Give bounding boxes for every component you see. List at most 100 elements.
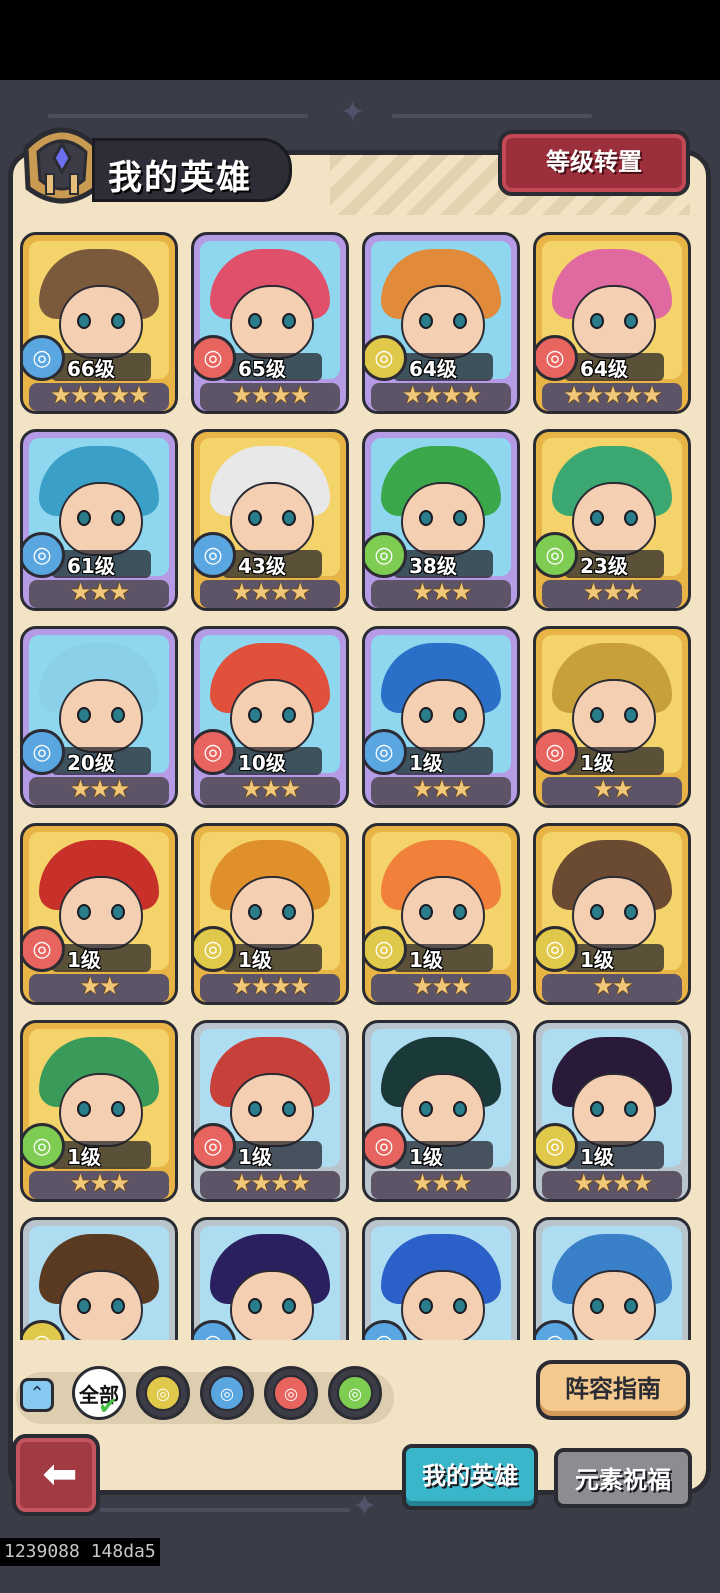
filter-fire-button[interactable]: ◎ xyxy=(264,1366,318,1420)
hero-star-rating: ★★★ xyxy=(411,972,473,1000)
hero-star-rating: ★★★ xyxy=(240,775,302,803)
hero-eye xyxy=(282,1101,296,1117)
hero-card[interactable]: 1级 ★★★★ ◎ xyxy=(191,823,349,1005)
decor-line xyxy=(392,114,592,118)
wind-icon: ◎ xyxy=(337,1375,373,1411)
hero-card[interactable]: ◎ xyxy=(533,1217,691,1340)
hero-card[interactable]: 1级 ★★★★ ◎ xyxy=(191,1020,349,1202)
hero-level: 1级 xyxy=(580,1145,614,1169)
hero-card[interactable]: 1级 ★★★ ◎ xyxy=(362,823,520,1005)
hero-card[interactable]: 38级 ★★★ ◎ xyxy=(362,429,520,611)
collapse-button[interactable]: ⌃ xyxy=(20,1378,54,1412)
hero-card[interactable]: 1级 ★★★ ◎ xyxy=(20,1020,178,1202)
hero-face xyxy=(572,285,656,359)
hero-level: 1级 xyxy=(67,948,101,972)
hero-eye xyxy=(282,1298,296,1314)
hero-star-rating: ★★★★ xyxy=(230,1169,311,1197)
water-icon: ◎ xyxy=(23,532,65,578)
level-reset-label: 等级转置 xyxy=(546,148,642,176)
hero-card[interactable]: 10级 ★★★ ◎ xyxy=(191,626,349,808)
lineup-guide-button[interactable]: 阵容指南 xyxy=(536,1360,690,1420)
filter-water-button[interactable]: ◎ xyxy=(200,1366,254,1420)
hero-eye xyxy=(248,510,262,526)
hero-card[interactable]: 65级 ★★★★ ◎ xyxy=(191,232,349,414)
hero-eye xyxy=(453,1101,467,1117)
hero-face xyxy=(572,482,656,556)
hero-face xyxy=(230,876,314,950)
hero-star-rating: ★★★ xyxy=(411,775,473,803)
hero-card[interactable]: 66级 ★★★★★ ◎ xyxy=(20,232,178,414)
hero-face xyxy=(59,1073,143,1147)
hero-eye xyxy=(248,1101,262,1117)
hero-star-rating: ★★ xyxy=(592,775,633,803)
hero-star-rating: ★★★ xyxy=(69,578,131,606)
hero-level: 1级 xyxy=(409,948,443,972)
water-icon: ◎ xyxy=(365,729,407,775)
hero-card[interactable]: 61级 ★★★ ◎ xyxy=(20,429,178,611)
hero-card[interactable]: 43级 ★★★★ ◎ xyxy=(191,429,349,611)
hero-card[interactable]: 1级 ★★★ ◎ xyxy=(362,626,520,808)
hero-level-backdrop xyxy=(564,944,664,972)
hero-card[interactable]: 1级 ★★ ◎ xyxy=(533,823,691,1005)
hero-eye xyxy=(111,1101,125,1117)
hero-level: 1级 xyxy=(409,1145,443,1169)
hero-eye xyxy=(77,1298,91,1314)
hero-card[interactable]: ◎ xyxy=(362,1217,520,1340)
hero-eye xyxy=(111,707,125,723)
hero-eye xyxy=(77,313,91,329)
filter-earth-button[interactable]: ◎ xyxy=(136,1366,190,1420)
fire-icon: ◎ xyxy=(194,335,236,381)
tab-my-heroes[interactable]: 我的英雄 xyxy=(402,1444,538,1510)
chevron-up-icon: ⌃ xyxy=(29,1383,45,1404)
tab-element-blessing[interactable]: 元素祝福 xyxy=(554,1448,692,1508)
hero-card[interactable]: ◎ xyxy=(20,1217,178,1340)
hero-level: 1级 xyxy=(580,948,614,972)
fire-icon: ◎ xyxy=(536,729,578,775)
hero-level: 1级 xyxy=(67,1145,101,1169)
hero-eye xyxy=(590,510,604,526)
earth-icon: ◎ xyxy=(145,1375,181,1411)
hero-eye xyxy=(590,904,604,920)
earth-icon: ◎ xyxy=(365,926,407,972)
hero-star-rating: ★★★ xyxy=(69,775,131,803)
hero-card[interactable]: 20级 ★★★ ◎ xyxy=(20,626,178,808)
hero-star-rating: ★★ xyxy=(592,972,633,1000)
hero-card[interactable]: 64级 ★★★★ ◎ xyxy=(362,232,520,414)
hero-level: 64级 xyxy=(409,357,457,381)
hero-eye xyxy=(624,1101,638,1117)
hero-face xyxy=(59,482,143,556)
status-bar-area xyxy=(0,0,720,80)
hero-face xyxy=(230,285,314,359)
level-reset-button[interactable]: 等级转置 xyxy=(498,130,690,196)
fire-icon: ◎ xyxy=(194,729,236,775)
earth-icon: ◎ xyxy=(194,926,236,972)
hero-level: 1级 xyxy=(409,751,443,775)
hero-eye xyxy=(111,904,125,920)
hero-card[interactable]: 23级 ★★★ ◎ xyxy=(533,429,691,611)
water-icon: ◎ xyxy=(194,532,236,578)
hero-card[interactable]: 1级 ★★ ◎ xyxy=(533,626,691,808)
checkmark-icon: ✔ xyxy=(98,1392,119,1420)
hero-eye xyxy=(282,313,296,329)
hero-eye xyxy=(624,313,638,329)
hero-card[interactable]: 1级 ★★★★ ◎ xyxy=(533,1020,691,1202)
fire-icon: ◎ xyxy=(23,926,65,972)
hero-card[interactable]: 1级 ★★ ◎ xyxy=(20,823,178,1005)
hero-face xyxy=(401,876,485,950)
hero-face xyxy=(401,679,485,753)
hero-card[interactable]: 64级 ★★★★★ ◎ xyxy=(533,232,691,414)
hero-level-backdrop xyxy=(393,1141,493,1169)
hero-level-backdrop xyxy=(393,747,493,775)
hero-card[interactable]: 1级 ★★★ ◎ xyxy=(362,1020,520,1202)
hero-level: 23级 xyxy=(580,554,628,578)
hero-card[interactable]: ◎ xyxy=(191,1217,349,1340)
hero-face xyxy=(401,285,485,359)
back-button[interactable]: ⬅ xyxy=(12,1434,100,1516)
filter-wind-button[interactable]: ◎ xyxy=(328,1366,382,1420)
hero-eye xyxy=(282,707,296,723)
hero-star-rating: ★★★★ xyxy=(572,1169,653,1197)
hero-star-rating: ★★★★★ xyxy=(50,381,150,409)
hero-eye xyxy=(248,707,262,723)
hero-level-backdrop xyxy=(51,944,151,972)
hero-face xyxy=(572,1073,656,1147)
